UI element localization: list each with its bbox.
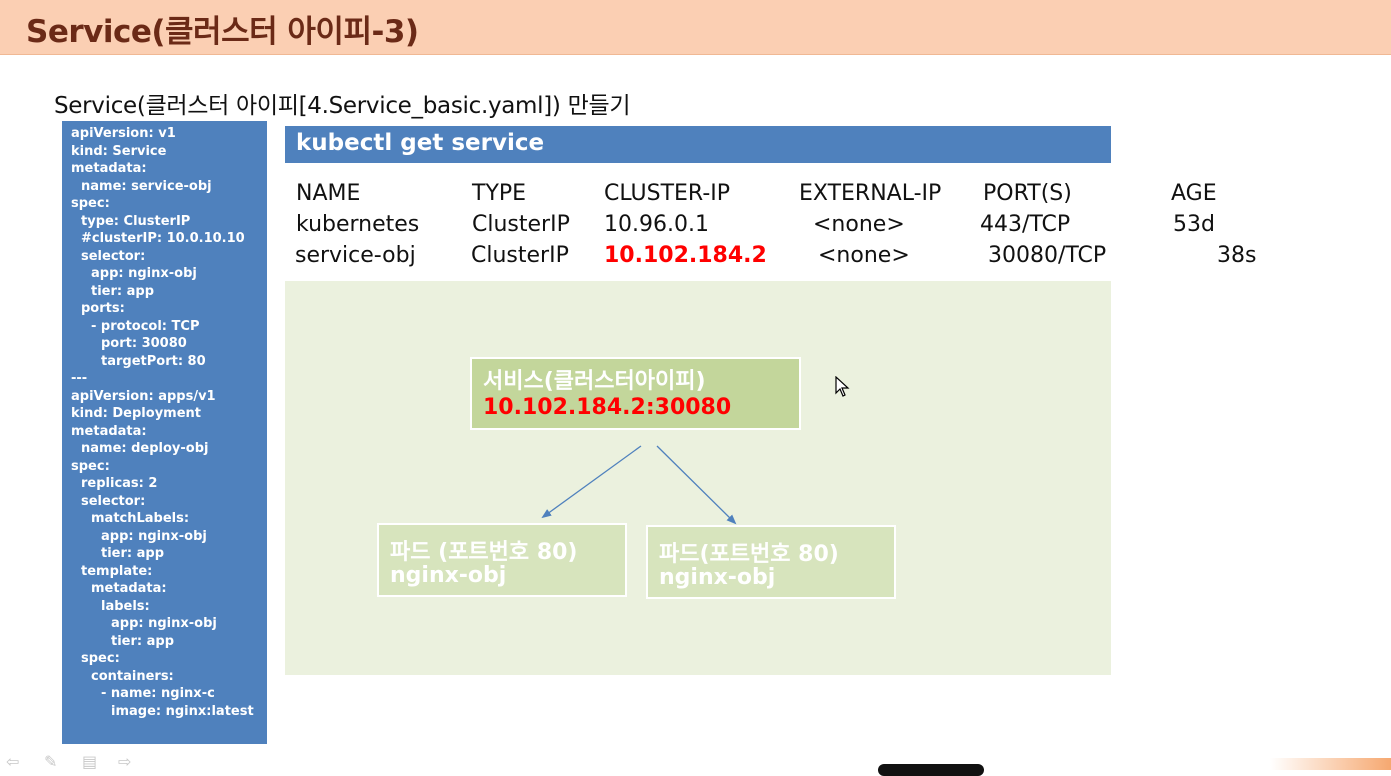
arrow-to-pod-1 — [541, 445, 642, 519]
pen-icon[interactable]: ✎ — [44, 752, 57, 771]
mouse-cursor-icon — [835, 376, 850, 397]
arrow-to-pod-2 — [656, 445, 737, 525]
menu-icon[interactable]: ▤ — [82, 752, 97, 771]
service-box-title: 서비스(클러스터아이피) — [483, 369, 706, 394]
pod-box-1-name: nginx-obj — [390, 563, 507, 588]
pod-box-1: 파드 (포트번호 80) nginx-obj — [377, 523, 627, 597]
prev-arrow-icon[interactable]: ⇦ — [6, 752, 19, 771]
pod-box-2-name: nginx-obj — [659, 565, 776, 590]
pod-box-2: 파드(포트번호 80) nginx-obj — [646, 525, 896, 599]
next-arrow-icon[interactable]: ⇨ — [118, 752, 131, 771]
bottom-accent — [1270, 758, 1391, 770]
pod-box-2-title: 파드(포트번호 80) — [659, 542, 839, 567]
bottom-overlay — [878, 764, 984, 776]
service-box: 서비스(클러스터아이피) 10.102.184.2:30080 — [470, 357, 801, 430]
pod-box-1-title: 파드 (포트번호 80) — [390, 540, 578, 565]
service-box-address: 10.102.184.2:30080 — [483, 395, 732, 420]
